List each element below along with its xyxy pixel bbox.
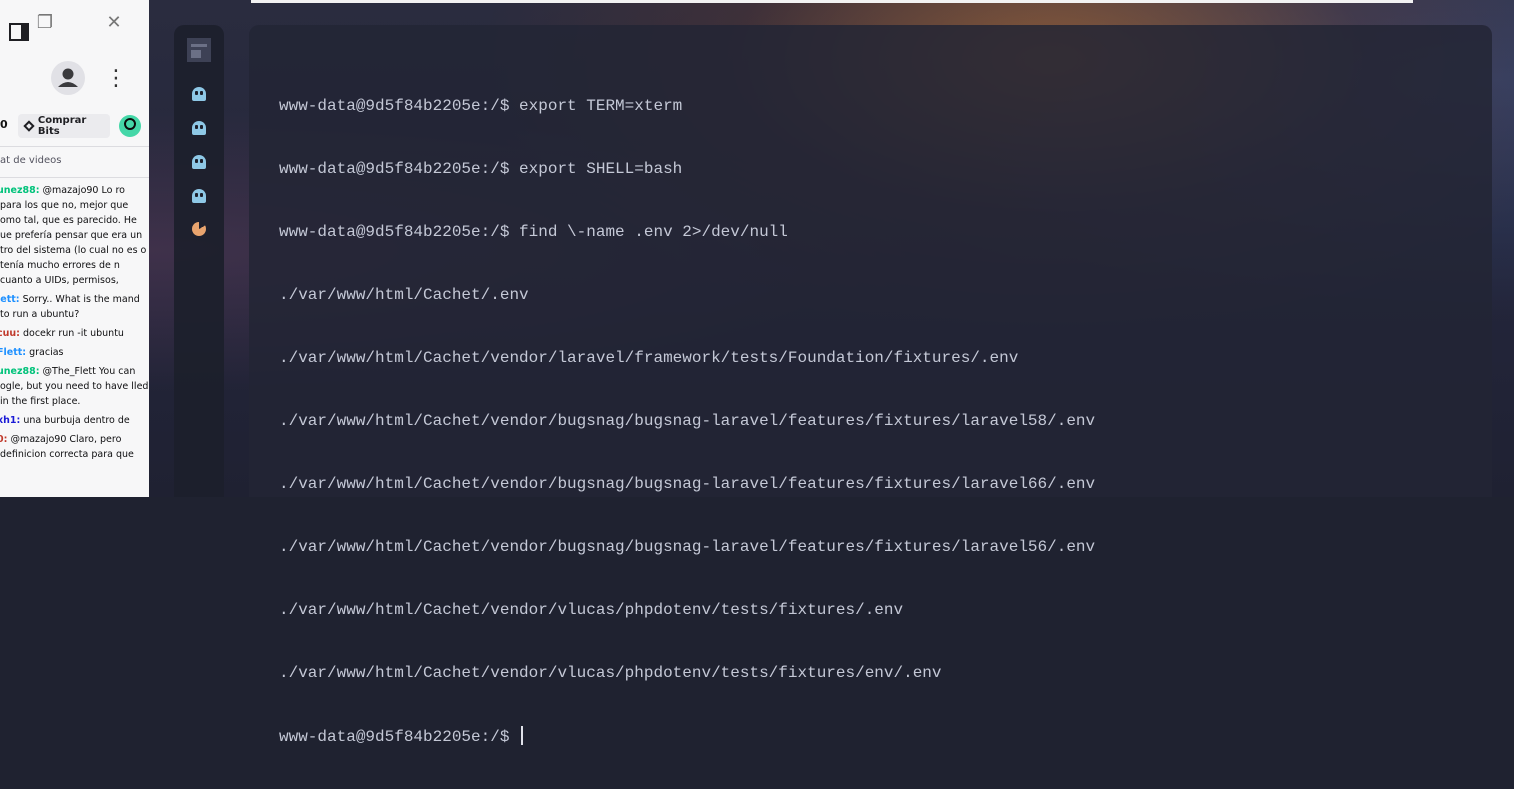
- comprar-bits-label: Comprar Bits: [37, 115, 87, 137]
- chat-message-text: docekr run -it ubuntu: [19, 328, 124, 339]
- profile-avatar-button[interactable]: [51, 61, 85, 95]
- chat-message-text: @mazajo90 Claro, pero definicion correct…: [0, 434, 134, 460]
- browser-side-panel: ❐ ✕ ⋮ 0 Comprar Bits at de videos unez88…: [0, 0, 150, 497]
- terminal-prompt: www-data@9d5f84b2205e:/$: [279, 728, 520, 746]
- chat-message-text: @mazajo90 Lo ro para los que no, mejor q…: [0, 185, 147, 286]
- ghost-icon[interactable]: [192, 121, 206, 135]
- chat-username[interactable]: unez88:: [0, 185, 40, 196]
- chat-username[interactable]: lett:: [0, 294, 20, 305]
- terminal-line: www-data@9d5f84b2205e:/$ export SHELL=ba…: [279, 160, 683, 178]
- ghost-icon[interactable]: [192, 155, 206, 169]
- terminal-line: ./var/www/html/Cachet/vendor/bugsnag/bug…: [279, 475, 1096, 493]
- chat-message: 0: @mazajo90 Claro, pero definicion corr…: [0, 432, 149, 462]
- app-logo-icon[interactable]: [187, 38, 211, 62]
- terminal-line: ./var/www/html/Cachet/vendor/laravel/fra…: [279, 349, 1019, 367]
- terminal-output[interactable]: www-data@9d5f84b2205e:/$ export TERM=xte…: [279, 54, 1095, 789]
- terminal-prompt-line[interactable]: www-data@9d5f84b2205e:/$: [279, 726, 1095, 747]
- terminal-line: ./var/www/html/Cachet/vendor/bugsnag/bug…: [279, 412, 1096, 430]
- pacman-icon[interactable]: [192, 222, 206, 236]
- terminal-line: ./var/www/html/Cachet/.env: [279, 286, 529, 304]
- bits-row: 0 Comprar Bits: [0, 114, 149, 138]
- terminal-line: ./var/www/html/Cachet/vendor/bugsnag/bug…: [279, 538, 1096, 556]
- close-window-button[interactable]: ✕: [102, 10, 126, 34]
- ghost-icon[interactable]: [192, 87, 206, 101]
- terminal-cursor: [521, 726, 524, 745]
- chat-message-text: Sorry.. What is the mand to run a ubuntu…: [0, 294, 140, 320]
- chat-username[interactable]: Flett:: [0, 347, 26, 358]
- terminal-window[interactable]: www-data@9d5f84b2205e:/$ export TERM=xte…: [249, 25, 1492, 746]
- restore-icon: ❐: [36, 11, 54, 33]
- terminal-line: www-data@9d5f84b2205e:/$ find \-name .en…: [279, 223, 788, 241]
- side-panel-toggle-icon[interactable]: [9, 23, 29, 41]
- chat-message: unez88: @mazajo90 Lo ro para los que no,…: [0, 183, 149, 288]
- chat-message-list: unez88: @mazajo90 Lo ro para los que no,…: [0, 183, 149, 466]
- top-window-edge: [251, 0, 1413, 3]
- chat-username[interactable]: cuu:: [0, 328, 20, 339]
- comprar-bits-button[interactable]: Comprar Bits: [18, 114, 110, 138]
- chat-message: xh1: una burbuja dentro de: [0, 413, 149, 428]
- divider: [0, 146, 149, 147]
- terminal-line: ./var/www/html/Cachet/vendor/vlucas/phpd…: [279, 664, 942, 682]
- chat-message: lett: Sorry.. What is the mand to run a …: [0, 292, 149, 322]
- user-badge-icon: [124, 118, 136, 130]
- chat-message: cuu: docekr run -it ubuntu: [0, 326, 149, 341]
- close-icon: ✕: [106, 11, 122, 33]
- chat-message: unez88: @The_Flett You can ogle, but you…: [0, 364, 149, 409]
- app-dock: [174, 25, 224, 497]
- more-options-button[interactable]: ⋮: [105, 66, 127, 92]
- divider: [0, 177, 149, 178]
- bits-diamond-icon: [23, 120, 35, 132]
- person-icon: [58, 68, 78, 87]
- chat-message: Flett: gracias: [0, 345, 149, 360]
- bits-count-partial: 0: [0, 118, 8, 131]
- user-badge-button[interactable]: [119, 115, 141, 137]
- chat-header: at de videos: [0, 155, 62, 166]
- chat-username[interactable]: xh1:: [0, 415, 20, 426]
- ghost-icon[interactable]: [192, 189, 206, 203]
- restore-window-button[interactable]: ❐: [33, 10, 57, 34]
- terminal-line: www-data@9d5f84b2205e:/$ export TERM=xte…: [279, 97, 683, 115]
- chat-username[interactable]: unez88:: [0, 366, 40, 377]
- terminal-line: ./var/www/html/Cachet/vendor/vlucas/phpd…: [279, 601, 904, 619]
- chat-message-text: una burbuja dentro de: [20, 415, 130, 426]
- chat-message-text: gracias: [26, 347, 64, 358]
- more-vertical-icon: ⋮: [105, 66, 127, 91]
